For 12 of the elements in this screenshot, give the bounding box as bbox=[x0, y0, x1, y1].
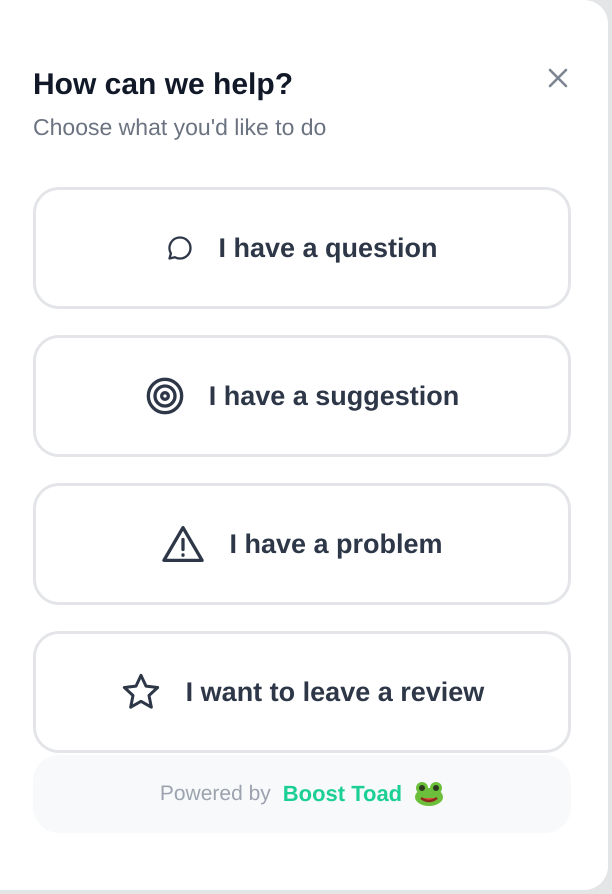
option-button[interactable]: I have a problem bbox=[33, 483, 571, 605]
dialog-subtitle: Choose what you'd like to do bbox=[33, 114, 326, 141]
target-icon bbox=[144, 376, 185, 416]
option-button[interactable]: I want to leave a review bbox=[33, 631, 571, 753]
speech-bubble-icon bbox=[166, 234, 194, 262]
warning-icon bbox=[161, 524, 206, 564]
option-button[interactable]: I have a suggestion bbox=[33, 335, 571, 457]
option-button[interactable]: I have a question bbox=[33, 187, 571, 309]
dialog-title: How can we help? bbox=[33, 68, 294, 102]
powered-by-text: Powered by bbox=[160, 782, 271, 806]
close-icon[interactable] bbox=[548, 68, 568, 88]
frog-icon bbox=[414, 781, 444, 807]
